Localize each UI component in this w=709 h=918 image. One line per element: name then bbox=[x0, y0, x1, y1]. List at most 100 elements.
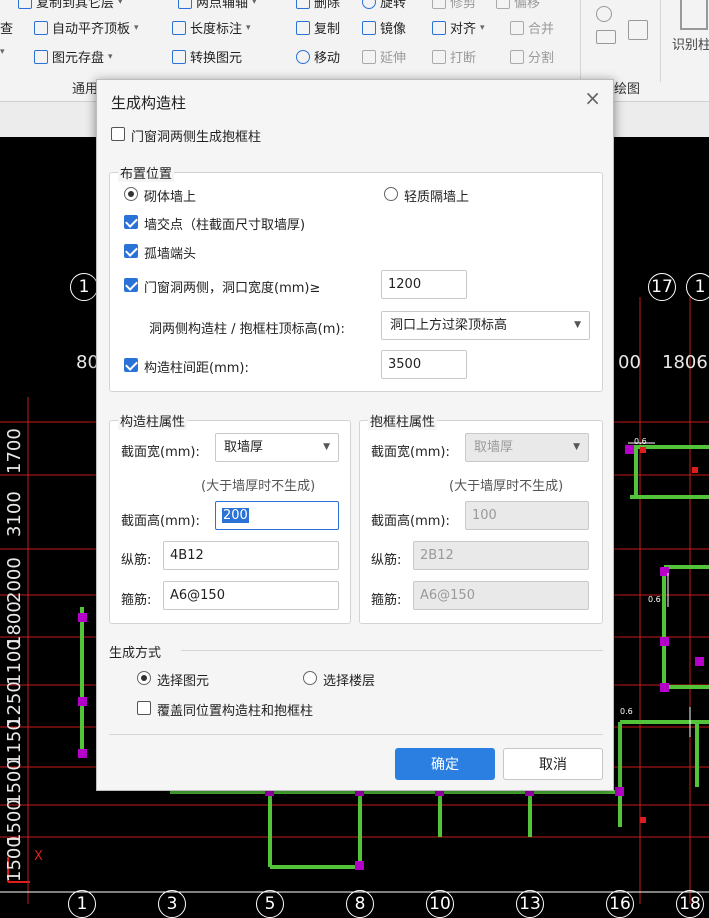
select-element-label: 选择图元 bbox=[157, 674, 210, 689]
ok-button[interactable]: 确定 bbox=[395, 748, 495, 780]
length-dimension-button[interactable]: 长度标注 ▾ bbox=[172, 18, 251, 37]
group-label-general: 通用 bbox=[72, 82, 99, 97]
more-dropdown[interactable]: ▾ bbox=[0, 47, 5, 57]
opening-width-input[interactable]: 1200 bbox=[381, 270, 467, 299]
chevron-down-icon: ▾ bbox=[246, 22, 251, 33]
chevron-down-icon: ▾ bbox=[118, 0, 123, 7]
select-floor-label: 选择楼层 bbox=[323, 674, 376, 689]
recognize-column-label[interactable]: 识别柱 bbox=[672, 34, 709, 53]
move-icon bbox=[296, 49, 310, 64]
hug-width-select[interactable]: 取墙厚 ▼ bbox=[465, 433, 589, 462]
draw-circle-icon[interactable] bbox=[596, 6, 612, 22]
column-width-select[interactable]: 取墙厚 ▼ bbox=[215, 433, 339, 462]
light-partition-radio[interactable] bbox=[384, 187, 398, 201]
column-width-label: 截面宽(mm): bbox=[121, 445, 200, 460]
select-floor-radio[interactable] bbox=[303, 671, 317, 685]
copy-floor-icon bbox=[18, 0, 32, 9]
rotate-button[interactable]: 旋转 bbox=[362, 0, 406, 11]
axis-bubble: 5 bbox=[256, 890, 284, 918]
masonry-wall-radio[interactable] bbox=[124, 187, 138, 201]
column-height-input[interactable]: 200 bbox=[215, 501, 339, 530]
axis-bubble: 8 bbox=[346, 890, 374, 918]
hug-props-title: 抱框柱属性 bbox=[368, 411, 438, 430]
group-separator bbox=[580, 0, 581, 82]
move-button[interactable]: 移动 bbox=[296, 47, 340, 66]
origin-x-label: X bbox=[34, 849, 43, 864]
column-width-note: (大于墙厚时不生成) bbox=[201, 479, 316, 494]
top-elevation-select[interactable]: 洞口上方过梁顶标高 ▼ bbox=[381, 311, 590, 340]
chevron-down-icon: ▾ bbox=[252, 0, 257, 7]
column-spacing-label: 构造柱间距(mm): bbox=[144, 361, 249, 376]
isolated-wall-end-checkbox[interactable] bbox=[124, 244, 138, 258]
close-icon[interactable]: × bbox=[584, 88, 601, 108]
split-button[interactable]: 分割 bbox=[510, 47, 554, 66]
axis-bubble: 1 bbox=[68, 890, 96, 918]
copy-icon bbox=[296, 20, 310, 35]
tag-label: 0.6 bbox=[634, 437, 647, 446]
rotate-icon bbox=[362, 0, 376, 9]
opening-sides-checkbox[interactable] bbox=[124, 278, 138, 292]
hug-height-label: 截面高(mm): bbox=[371, 514, 450, 529]
draw-square-icon[interactable] bbox=[628, 20, 648, 40]
axis-bubble: 3 bbox=[158, 890, 186, 918]
overwrite-label: 覆盖同位置构造柱和抱框柱 bbox=[157, 704, 314, 719]
select-element-radio[interactable] bbox=[137, 671, 151, 685]
break-icon bbox=[432, 49, 446, 64]
axis-bubble: 1 bbox=[686, 273, 709, 301]
offset-button[interactable]: 偏移 bbox=[496, 0, 540, 11]
copy-button[interactable]: 复制 bbox=[296, 18, 340, 37]
axis-bubble: 17 bbox=[648, 273, 676, 301]
column-stirrup-input[interactable]: A6@150 bbox=[163, 581, 339, 610]
hug-long-rebar-input[interactable]: 2B12 bbox=[413, 541, 589, 570]
hug-width-note: (大于墙厚时不生成) bbox=[449, 479, 564, 494]
convert-element-button[interactable]: 转换图元 bbox=[172, 47, 242, 66]
column-long-rebar-input[interactable]: 4B12 bbox=[163, 541, 339, 570]
hug-height-input[interactable]: 100 bbox=[465, 501, 589, 530]
hug-long-rebar-label: 纵筋: bbox=[371, 553, 402, 568]
chevron-down-icon: ▼ bbox=[574, 320, 581, 330]
query-button[interactable]: 查 bbox=[0, 18, 13, 37]
column-stirrup-label: 箍筋: bbox=[121, 593, 152, 608]
copy-to-floor-button[interactable]: 复制到其它层 ▾ bbox=[18, 0, 123, 11]
axis-bubble: 13 bbox=[516, 890, 544, 918]
auto-align-top-button[interactable]: 自动平齐顶板 ▾ bbox=[34, 18, 139, 37]
column-spacing-input[interactable]: 3500 bbox=[381, 350, 467, 379]
door-window-hug-checkbox[interactable] bbox=[111, 127, 125, 141]
save-element-button[interactable]: 图元存盘 ▾ bbox=[34, 47, 113, 66]
opening-sides-label: 门窗洞两侧，洞口宽度(mm)≥ bbox=[144, 281, 321, 296]
mirror-button[interactable]: 镜像 bbox=[362, 18, 406, 37]
trim-button[interactable]: 修剪 bbox=[432, 0, 476, 11]
column-long-rebar-label: 纵筋: bbox=[121, 553, 152, 568]
delete-button[interactable]: 删除 bbox=[296, 0, 340, 11]
wall-intersection-checkbox[interactable] bbox=[124, 215, 138, 229]
axis-bubble: 10 bbox=[426, 890, 454, 918]
hug-stirrup-input[interactable]: A6@150 bbox=[413, 581, 589, 610]
draw-rect-icon[interactable] bbox=[596, 30, 616, 44]
group-separator bbox=[660, 0, 661, 82]
chevron-down-icon: ▾ bbox=[108, 51, 113, 62]
hug-width-label: 截面宽(mm): bbox=[371, 445, 450, 460]
hug-stirrup-label: 箍筋: bbox=[371, 593, 402, 608]
recognize-column-icon[interactable] bbox=[680, 0, 708, 30]
merge-button[interactable]: 合并 bbox=[510, 18, 554, 37]
chevron-down-icon: ▼ bbox=[573, 442, 580, 452]
overwrite-checkbox[interactable] bbox=[137, 701, 151, 715]
align-button[interactable]: 对齐 ▾ bbox=[432, 18, 485, 37]
axis-bubble: 1 bbox=[70, 273, 98, 301]
dimension-label: 1700 bbox=[4, 428, 25, 474]
divider bbox=[109, 734, 603, 735]
divider bbox=[181, 650, 603, 651]
align-icon bbox=[432, 20, 446, 35]
two-point-axis-button[interactable]: 两点辅轴 ▾ bbox=[178, 0, 257, 11]
cancel-button[interactable]: 取消 bbox=[503, 748, 603, 780]
extend-button[interactable]: 延伸 bbox=[362, 47, 406, 66]
offset-icon bbox=[496, 0, 510, 9]
dimension-icon bbox=[172, 20, 186, 35]
tag-label: 0.6 bbox=[620, 707, 633, 716]
dimension-label: 3100 bbox=[4, 491, 25, 537]
generate-column-dialog: 生成构造柱 × 门窗洞两侧生成抱框柱 布置位置 砌体墙上 轻质隔墙上 墙交点（柱… bbox=[96, 79, 614, 791]
chevron-down-icon: ▼ bbox=[323, 442, 330, 452]
column-spacing-checkbox[interactable] bbox=[124, 358, 138, 372]
delete-icon bbox=[296, 0, 310, 9]
break-button[interactable]: 打断 bbox=[432, 47, 476, 66]
